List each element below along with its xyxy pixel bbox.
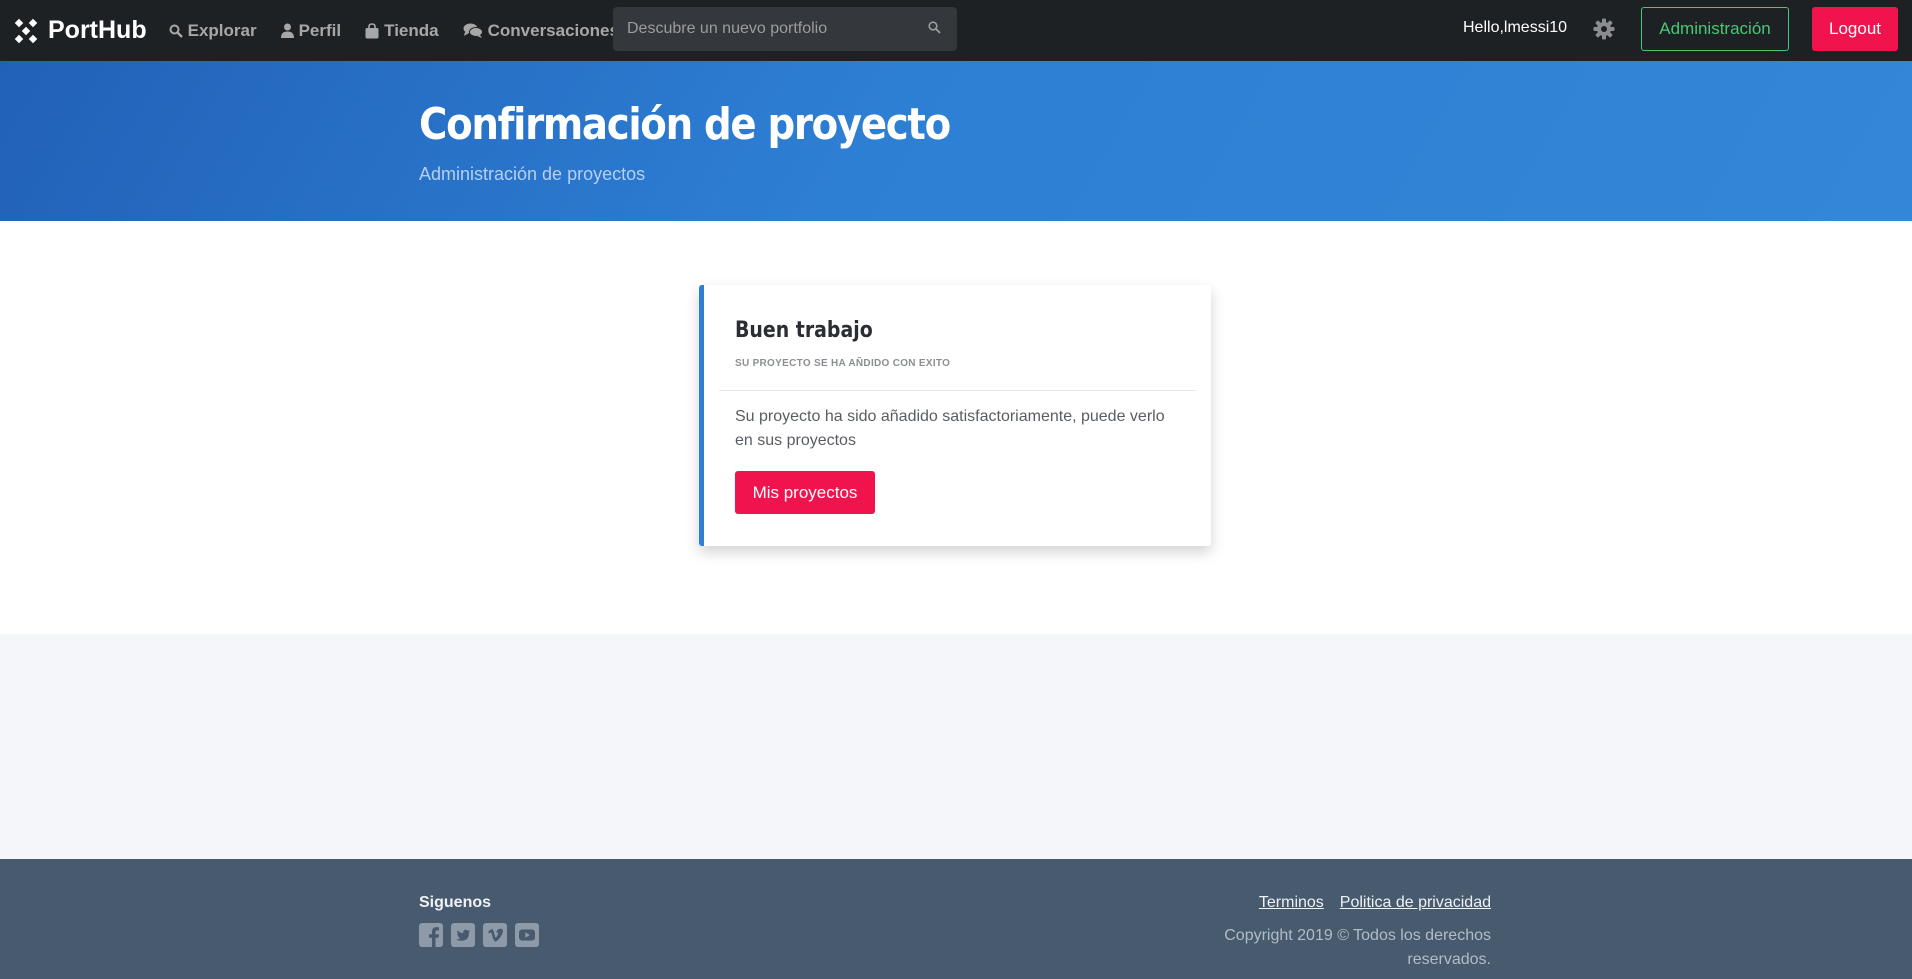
comments-icon <box>463 23 483 38</box>
brand-logo-link[interactable]: PortHub <box>14 16 147 45</box>
nav-perfil-label: Perfil <box>298 20 342 40</box>
copyright-text: Copyright 2019 © Todos los derechos rese… <box>1224 927 1491 968</box>
page-footer: Siguenos Terminos Politica de privacidad… <box>0 859 1912 979</box>
user-greeting: Hello,lmessi10 <box>1463 19 1568 36</box>
portfolio-search-box <box>613 7 957 51</box>
nav-tienda[interactable]: Tienda <box>365 20 439 41</box>
card-title: Buen trabajo <box>735 318 873 343</box>
page-title: Confirmación de proyecto <box>419 99 951 150</box>
social-links <box>419 923 547 947</box>
porthub-logo-icon <box>14 18 38 43</box>
settings-gear-icon[interactable] <box>1593 18 1615 40</box>
top-navbar: PortHub Explorar Perfil Tienda Conversac… <box>0 0 1912 61</box>
follow-label: Siguenos <box>419 894 492 911</box>
search-submit-icon[interactable] <box>928 21 941 34</box>
privacy-policy-link[interactable]: Politica de privacidad <box>1340 894 1491 912</box>
page-subtitle: Administración de proyectos <box>419 164 646 184</box>
twitter-icon[interactable] <box>451 923 475 947</box>
vimeo-icon[interactable] <box>483 923 507 947</box>
search-icon <box>169 24 183 38</box>
shopping-bag-icon <box>365 22 379 38</box>
facebook-icon[interactable] <box>419 923 443 947</box>
card-tagline: SU PROYECTO SE HA AÑDIDO CON EXITO <box>735 358 951 369</box>
main-content: Buen trabajo SU PROYECTO SE HA AÑDIDO CO… <box>0 221 1912 634</box>
nav-explorar[interactable]: Explorar <box>169 21 257 41</box>
footer-links: Terminos Politica de privacidad <box>1243 894 1491 912</box>
portfolio-search-input[interactable] <box>613 20 913 38</box>
nav-conversaciones[interactable]: Conversaciones <box>463 21 619 41</box>
nav-explorar-label: Explorar <box>187 20 257 40</box>
logout-button[interactable]: Logout <box>1812 7 1898 51</box>
brand-name: PortHub <box>48 16 147 44</box>
terms-link[interactable]: Terminos <box>1259 894 1324 912</box>
administracion-button[interactable]: Administración <box>1641 7 1789 51</box>
hero-banner: Confirmación de proyecto Administración … <box>0 61 1912 221</box>
card-divider <box>719 390 1196 391</box>
mis-proyectos-button[interactable]: Mis proyectos <box>735 471 875 514</box>
youtube-icon[interactable] <box>515 923 539 947</box>
nav-conversaciones-label: Conversaciones <box>487 20 619 40</box>
confirmation-card: Buen trabajo SU PROYECTO SE HA AÑDIDO CO… <box>699 285 1211 546</box>
nav-tienda-label: Tienda <box>384 20 439 40</box>
main-nav: Explorar Perfil Tienda Conversaciones <box>169 21 643 41</box>
user-icon <box>280 23 294 38</box>
card-message: Su proyecto ha sido añadido satisfactori… <box>735 408 1165 449</box>
nav-perfil[interactable]: Perfil <box>280 20 342 41</box>
